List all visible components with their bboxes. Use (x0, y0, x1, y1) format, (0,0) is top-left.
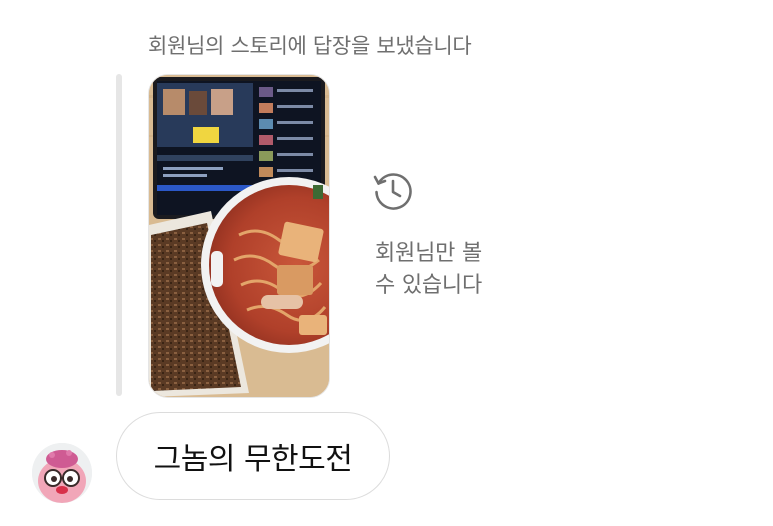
visibility-note-line1: 회원님만 볼 (375, 241, 482, 266)
message-text: 그놈의 무한도전 (153, 442, 353, 477)
story-thumbnail[interactable] (148, 74, 330, 398)
visibility-note-line2: 수 있습니다 (375, 273, 482, 298)
visibility-note: 회원님만 볼 수 있습니다 (375, 238, 482, 302)
quote-bar (116, 74, 122, 396)
story-reply-caption: 회원님의 스토리에 답장을 보냈습니다 (148, 34, 472, 58)
dm-thread: 회원님의 스토리에 답장을 보냈습니다 회원님만 볼 수 있습니다 그놈의 무한… (0, 0, 773, 526)
history-icon (373, 173, 412, 210)
message-bubble[interactable]: 그놈의 무한도전 (116, 412, 390, 500)
sender-avatar[interactable] (32, 443, 92, 503)
